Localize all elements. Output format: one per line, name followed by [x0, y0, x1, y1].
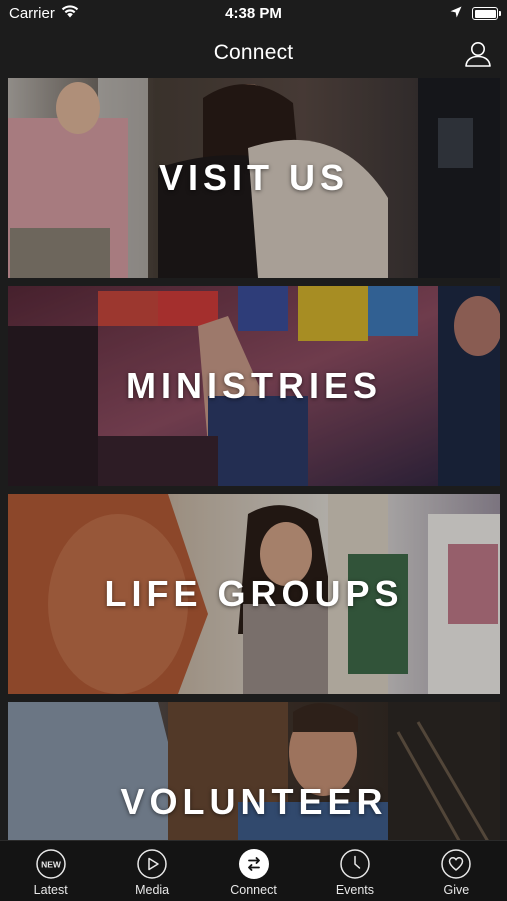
- ministries-card[interactable]: MINISTRIES: [8, 286, 500, 486]
- status-right: [450, 5, 501, 22]
- tab-events[interactable]: Events: [304, 841, 405, 901]
- swap-arrows-icon: [238, 849, 269, 879]
- status-time: 4:38 PM: [225, 5, 282, 22]
- card-label: VOLUNTEER: [120, 781, 388, 822]
- new-badge-text: NEW: [41, 860, 62, 870]
- location-arrow-icon: [450, 5, 462, 22]
- navigation-bar: Connect: [0, 28, 507, 78]
- life-groups-card[interactable]: LIFE GROUPS: [8, 494, 500, 694]
- clock-icon: [340, 849, 370, 879]
- tab-media[interactable]: Media: [101, 841, 202, 901]
- connect-card-list: VISIT US MINISTRIES LIFE GROUPS VOLUNTEE…: [0, 78, 507, 840]
- heart-icon: [441, 849, 472, 879]
- tab-latest[interactable]: NEW Latest: [0, 841, 101, 901]
- tab-bar: NEW Latest Media Connect Events Give: [0, 840, 507, 901]
- new-badge-icon: NEW: [35, 849, 66, 879]
- profile-button[interactable]: [463, 39, 493, 69]
- tab-label: Media: [135, 883, 170, 897]
- visit-us-card[interactable]: VISIT US: [8, 78, 500, 278]
- tab-give[interactable]: Give: [406, 841, 507, 901]
- card-label: MINISTRIES: [125, 365, 382, 406]
- tab-label: Connect: [230, 883, 277, 897]
- tab-connect[interactable]: Connect: [203, 841, 304, 901]
- play-icon: [137, 849, 167, 879]
- volunteer-card[interactable]: VOLUNTEER: [8, 702, 500, 840]
- status-bar: Carrier 4:38 PM: [0, 0, 507, 28]
- page-title: Connect: [213, 41, 294, 64]
- person-icon: [465, 42, 491, 67]
- card-label: LIFE GROUPS: [104, 573, 404, 614]
- card-label: VISIT US: [158, 157, 350, 198]
- tab-label: Events: [335, 883, 375, 897]
- battery-icon: [472, 7, 501, 20]
- tab-label: Latest: [33, 883, 68, 897]
- tab-label: Give: [443, 883, 470, 897]
